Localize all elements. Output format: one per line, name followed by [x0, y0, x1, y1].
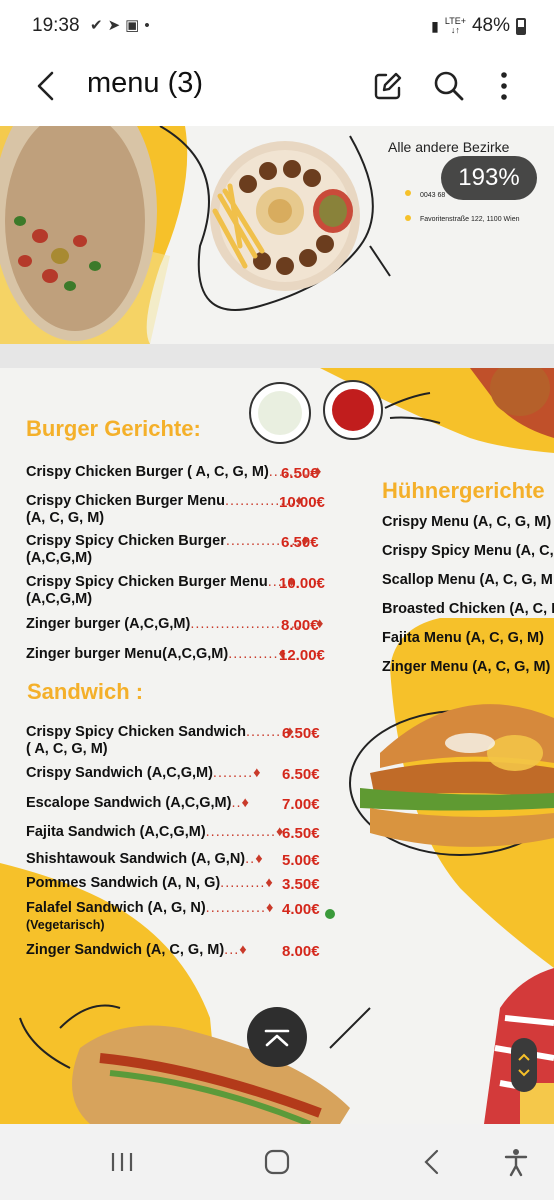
app-bar: menu (3) [0, 52, 554, 126]
notification-icons: ✔➤▣• [90, 16, 155, 34]
burger-price: 10.00€ [279, 575, 325, 592]
chicken-item: Broasted Chicken (A, C, M [382, 601, 554, 617]
sandwich-item: Fajita Sandwich (A,C,G,M)..............♦ [26, 824, 285, 840]
sandwich-item: Pommes Sandwich (A, N, G).........♦ [26, 875, 274, 891]
sandwich-item: Zinger Sandwich (A, C, G, M)...♦ [26, 942, 248, 958]
burger-price: 10.00€ [279, 494, 325, 511]
burger-section-title: Burger Gerichte: [26, 416, 201, 441]
chicken-item: Scallop Menu (A, C, G, M [382, 572, 553, 588]
check-icon: ✔ [90, 17, 108, 34]
sandwich-price: 5.00€ [282, 852, 320, 869]
document-title: menu (3) [87, 67, 204, 99]
fast-scroll-handle[interactable] [511, 1038, 537, 1092]
status-right: ▮ LTE+ ↓↑ 48% [431, 15, 526, 37]
sandwich-item: Escalope Sandwich (A,C,G,M)..♦ [26, 795, 250, 811]
sandwich-price: 7.00€ [282, 796, 320, 813]
sandwich-item: Shishtawouk Sandwich (A, G,N)..♦ [26, 851, 264, 867]
burger-item: Crispy Chicken Burger ( A, C, G, M).....… [26, 464, 323, 480]
zoom-level-badge: 193% [441, 156, 537, 200]
burger-price: 8.00€ [281, 617, 319, 634]
chicken-section-title: Hühnergerichte [382, 478, 545, 503]
back-arrow-icon[interactable] [30, 68, 66, 104]
sandwich-price: 6.50€ [282, 766, 320, 783]
sandwich-price: 6.50€ [282, 825, 320, 842]
pdf-viewer[interactable]: Alle andere Bezirke 0043 68 Favoritenstr… [0, 126, 554, 1124]
burger-price: 6.50€ [281, 465, 319, 482]
burger-item: Crispy Chicken Burger Menu..............… [26, 493, 304, 526]
scroll-to-top-button[interactable] [247, 1007, 307, 1067]
more-icon[interactable] [486, 68, 522, 104]
accessibility-icon[interactable] [500, 1146, 532, 1178]
home-icon[interactable] [261, 1146, 293, 1178]
scroll-to-top-icon [264, 1029, 290, 1047]
gallery-icon: ▣ [125, 17, 145, 34]
battery-percent: 48% [471, 15, 510, 36]
battery-saver-icon: ▮ [431, 17, 439, 34]
status-time: 19:38 [32, 15, 80, 36]
chicken-item: Crispy Spicy Menu (A, C, [382, 543, 554, 559]
recents-icon[interactable] [106, 1146, 138, 1178]
sandwich-price: 8.00€ [282, 943, 320, 960]
chicken-item: Crispy Menu (A, C, G, M) [382, 514, 552, 530]
search-icon[interactable] [431, 68, 467, 104]
sandwich-price: 4.00€ [282, 901, 320, 918]
burger-price: 12.00€ [279, 647, 325, 664]
dot-icon: • [144, 17, 155, 34]
sandwich-item: Crispy Spicy Chicken Sandwich........♦( … [26, 724, 295, 757]
burger-item: Crispy Spicy Chicken Burger Menu....♦ (A,… [26, 574, 297, 607]
sandwich-item: Falafel Sandwich (A, G, N)............♦(… [26, 900, 275, 932]
chicken-item: Fajita Menu (A, C, G, M) [382, 630, 544, 646]
burger-item: Crispy Spicy Chicken Burger.............… [26, 533, 310, 566]
status-bar: 19:38 ✔➤▣• ▮ LTE+ ↓↑ 48% [0, 0, 554, 52]
sandwich-item: Crispy Sandwich (A,C,G,M)........♦ [26, 765, 262, 781]
telegram-icon: ➤ [107, 17, 126, 34]
burger-item: Zinger burger (A,C,G,M).................… [26, 616, 325, 632]
system-nav-bar [0, 1124, 554, 1200]
network-indicator: LTE+ ↓↑ [444, 16, 466, 35]
burger-item: Zinger burger Menu(A,C,G,M)..........♦ [26, 646, 287, 662]
page1-heading: Alle andere Bezirke [388, 139, 510, 155]
edit-icon[interactable] [370, 68, 406, 104]
page1-address: Favoritenstraße 122, 1100 Wien [420, 216, 520, 223]
sandwich-section-title: Sandwich : [27, 679, 144, 704]
chicken-item: Zinger Menu (A, C, G, M) [382, 659, 551, 675]
nav-back-icon[interactable] [417, 1146, 449, 1178]
burger-price: 6.50€ [281, 534, 319, 551]
scroll-handle-arrows-icon [518, 1053, 530, 1077]
battery-icon [516, 17, 526, 35]
sandwich-price: 6.50€ [282, 725, 320, 742]
page1-phone: 0043 68 [420, 192, 446, 199]
sandwich-price: 3.50€ [282, 876, 320, 893]
